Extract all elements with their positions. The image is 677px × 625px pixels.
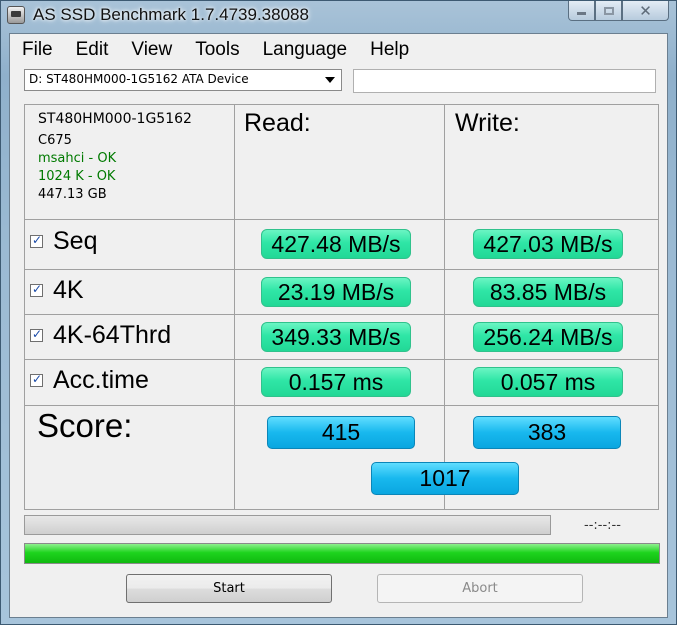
4k-checkbox[interactable] [30, 282, 43, 297]
close-button[interactable]: ✕ [622, 1, 669, 21]
device-model: ST480HM000-1G5162 [38, 111, 192, 127]
maximize-button[interactable] [595, 1, 622, 21]
menu-help[interactable]: Help [358, 39, 420, 61]
score-label: Score: [37, 407, 133, 444]
menu-tools[interactable]: Tools [183, 39, 250, 61]
device-firmware: C675 [38, 133, 72, 148]
menu-language[interactable]: Language [251, 39, 359, 61]
client-area: File Edit View Tools Language Help D: ST… [9, 33, 668, 618]
menu-view[interactable]: View [119, 39, 183, 61]
acc-time-write-value: 0.057 ms [473, 367, 623, 397]
close-icon: ✕ [639, 1, 652, 20]
seq-write-value: 427.03 MB/s [473, 229, 623, 259]
driver-status: msahci - OK [38, 151, 117, 166]
4k-64thrd-write-value: 256.24 MB/s [473, 322, 623, 352]
write-column-header: Write: [455, 109, 520, 137]
window-controls: ✕ [568, 1, 669, 21]
grid-divider [25, 405, 658, 406]
grid-divider [234, 105, 235, 509]
4k-64thrd-checkbox[interactable] [30, 327, 43, 342]
test-row-seq: Seq [30, 227, 97, 256]
overall-progress-bar [24, 543, 660, 564]
grid-divider [25, 314, 658, 315]
read-score-value: 415 [267, 416, 415, 449]
test-label: Seq [53, 227, 98, 255]
test-label: 4K [53, 276, 84, 304]
title-bar[interactable]: AS SSD Benchmark 1.7.4739.38088 ✕ [1, 1, 676, 33]
read-column-header: Read: [244, 109, 311, 137]
grid-divider [25, 359, 658, 360]
window-title: AS SSD Benchmark 1.7.4739.38088 [33, 5, 309, 24]
minimize-icon [577, 12, 586, 15]
overall-progress-fill [25, 544, 659, 563]
4k-write-value: 83.85 MB/s [473, 277, 623, 307]
test-progress-bar [24, 515, 551, 535]
test-row-4k: 4K [30, 276, 84, 305]
4k-64thrd-read-value: 349.33 MB/s [261, 322, 411, 352]
elapsed-time: --:--:-- [584, 518, 621, 533]
test-label: 4K-64Thrd [53, 321, 172, 349]
acc-time-read-value: 0.157 ms [261, 367, 411, 397]
chevron-down-icon[interactable] [325, 77, 335, 83]
acc-time-checkbox[interactable] [30, 372, 43, 387]
test-row-acc-time: Acc.time [30, 366, 149, 395]
device-info: ST480HM000-1G5162 C675 msahci - OK 1024 … [38, 110, 192, 204]
alignment-status: 1024 K - OK [38, 169, 116, 184]
device-capacity: 447.13 GB [38, 187, 107, 202]
abort-button[interactable]: Abort [377, 574, 583, 603]
write-score-value: 383 [473, 416, 621, 449]
grid-divider [25, 269, 658, 270]
seq-checkbox[interactable] [30, 233, 43, 248]
4k-read-value: 23.19 MB/s [261, 277, 411, 307]
menu-bar: File Edit View Tools Language Help [10, 34, 667, 66]
start-button[interactable]: Start [126, 574, 332, 603]
drive-select[interactable]: D: ST480HM000-1G5162 ATA Device [24, 69, 342, 91]
maximize-icon [603, 6, 614, 15]
app-icon[interactable] [7, 6, 25, 24]
menu-file[interactable]: File [10, 39, 64, 61]
menu-edit[interactable]: Edit [64, 39, 120, 61]
seq-read-value: 427.48 MB/s [261, 229, 411, 259]
test-row-4k-64thrd: 4K-64Thrd [30, 321, 171, 350]
grid-divider [444, 105, 445, 509]
grid-divider [25, 219, 658, 220]
drive-select-value: D: ST480HM000-1G5162 ATA Device [29, 72, 249, 86]
info-text-field[interactable] [353, 69, 656, 93]
total-score-value: 1017 [371, 462, 519, 495]
minimize-button[interactable] [568, 1, 595, 21]
results-grid: ST480HM000-1G5162 C675 msahci - OK 1024 … [24, 104, 659, 510]
test-label: Acc.time [53, 366, 149, 394]
test-progress-fill [25, 516, 550, 534]
app-window: AS SSD Benchmark 1.7.4739.38088 ✕ File E… [0, 0, 677, 625]
